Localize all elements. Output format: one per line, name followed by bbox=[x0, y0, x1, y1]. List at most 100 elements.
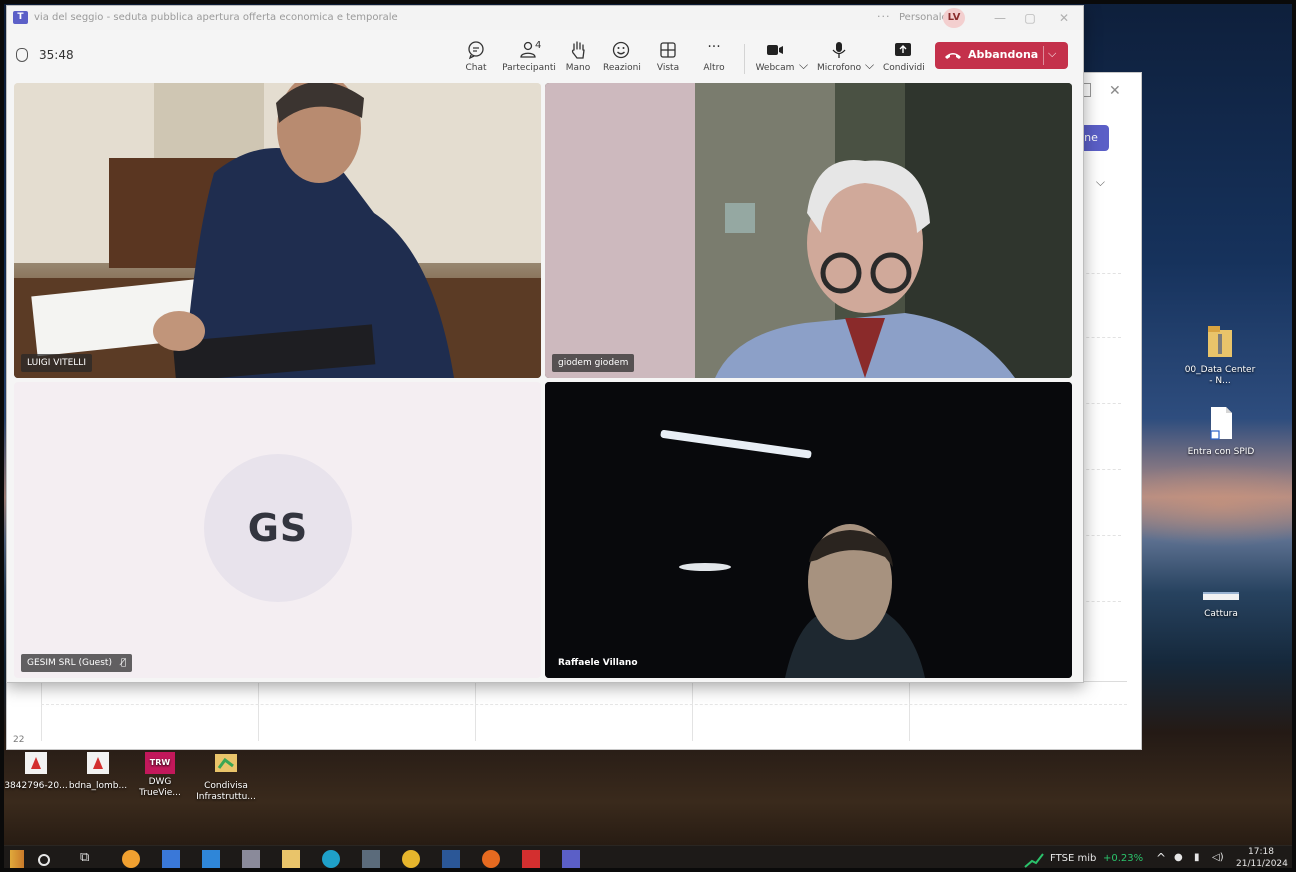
image-file-icon bbox=[1203, 592, 1239, 600]
acrobat-icon[interactable] bbox=[522, 850, 540, 868]
store-icon[interactable] bbox=[162, 850, 180, 868]
shortcut-file-icon bbox=[1210, 407, 1232, 440]
edge-icon[interactable] bbox=[322, 850, 340, 868]
participant-name-label: GESIM SRL (Guest) 🎙̸ bbox=[21, 654, 133, 672]
network-icon[interactable]: ● bbox=[1174, 852, 1183, 863]
file-explorer-icon[interactable] bbox=[282, 850, 300, 868]
teams-app-icon: T bbox=[13, 11, 28, 24]
folder-zip-icon bbox=[1208, 326, 1232, 357]
shield-icon bbox=[16, 48, 28, 62]
more-actions-button[interactable]: ··· Altro bbox=[700, 40, 728, 73]
microphone-muted-icon: 🎙̸ bbox=[120, 658, 127, 668]
clock-date[interactable]: 21/11/2024 bbox=[1236, 859, 1288, 869]
profile-label[interactable]: Personale bbox=[899, 12, 948, 23]
grid-view-icon bbox=[660, 42, 676, 58]
participant-name-label: Raffaele Villano bbox=[558, 658, 638, 668]
participant-video-feed bbox=[545, 83, 1072, 378]
desktop-icon-label: 3842796-20... bbox=[4, 781, 68, 791]
chevron-down-icon[interactable]: ⌵ bbox=[1096, 175, 1105, 190]
video-tile-raffaele-villano[interactable]: Raffaele Villano bbox=[545, 382, 1072, 678]
teams-icon[interactable] bbox=[562, 850, 580, 868]
leave-label: Abbandona bbox=[968, 48, 1039, 61]
tray-chevron-up-icon[interactable]: ^ bbox=[1156, 851, 1166, 865]
video-tile-gesim[interactable]: GS GESIM SRL (Guest) 🎙̸ bbox=[14, 382, 541, 678]
stock-change: +0.23% bbox=[1103, 853, 1144, 864]
share-button[interactable]: Condividi bbox=[883, 40, 925, 73]
close-icon[interactable]: ✕ bbox=[1109, 83, 1125, 99]
desktop-icon-label: Entra con SPID bbox=[1187, 447, 1255, 457]
desktop-icon-spid[interactable]: Entra con SPID bbox=[1186, 406, 1256, 458]
app-icon-2[interactable] bbox=[242, 850, 260, 868]
microphone-tray-icon[interactable]: ▮ bbox=[1194, 852, 1200, 863]
desktop-icon-label: DWG TrueVie... bbox=[139, 777, 181, 798]
meeting-toolbar: 35:48 Chat 4 Partecipanti Mano Reazioni … bbox=[7, 30, 1083, 80]
reactions-button[interactable]: Reazioni bbox=[603, 40, 641, 73]
meeting-timer: 35:48 bbox=[39, 48, 74, 62]
participants-button[interactable]: 4 Partecipanti bbox=[501, 40, 557, 73]
raise-hand-button[interactable]: Mano bbox=[563, 40, 593, 73]
window-title: via del seggio - seduta pubblica apertur… bbox=[34, 12, 398, 23]
desktop-icon-label: 00_Data Center - N... bbox=[1184, 365, 1256, 386]
desktop-icon-dwg-trueview[interactable]: TRW DWG TrueVie... bbox=[128, 752, 192, 799]
calculator-icon[interactable] bbox=[362, 850, 380, 868]
desktop-icon-data-center[interactable]: 00_Data Center - N... bbox=[1182, 324, 1258, 387]
word-icon[interactable] bbox=[442, 850, 460, 868]
desktop-icon-label: bdna_lomb... bbox=[68, 781, 128, 791]
calendar-grid bbox=[41, 681, 1127, 741]
user-avatar[interactable]: LV bbox=[943, 8, 965, 28]
desktop-icon-condivisa[interactable]: Condivisa Infrastruttu... bbox=[190, 752, 262, 803]
toolbar-divider bbox=[744, 44, 745, 74]
mail-icon[interactable] bbox=[202, 850, 220, 868]
desktop-icon-cattura[interactable]: Cattura bbox=[1188, 590, 1254, 620]
calendar-hour-label: 22 bbox=[13, 735, 25, 745]
start-logo-icon[interactable] bbox=[10, 850, 24, 868]
microphone-options-chevron[interactable]: ⌵ bbox=[865, 58, 874, 73]
pdf-file-icon bbox=[87, 752, 109, 774]
ellipsis-icon: ··· bbox=[707, 39, 721, 55]
hang-up-icon bbox=[945, 53, 961, 59]
reactions-label: Reazioni bbox=[603, 63, 641, 73]
stock-name[interactable]: FTSE mib bbox=[1050, 853, 1096, 864]
smiley-icon bbox=[612, 41, 630, 59]
webcam-button[interactable]: Webcam bbox=[755, 40, 795, 73]
chevron-down-icon[interactable]: ⌵ bbox=[1048, 47, 1056, 61]
leave-divider bbox=[1043, 46, 1044, 65]
raise-hand-label: Mano bbox=[565, 63, 591, 73]
firefox-icon[interactable] bbox=[482, 850, 500, 868]
speaker-icon[interactable]: ◁) bbox=[1212, 852, 1224, 863]
pdf-file-icon bbox=[25, 752, 47, 774]
stock-chart-icon bbox=[1024, 853, 1044, 868]
share-label: Condividi bbox=[883, 63, 925, 73]
search-icon[interactable] bbox=[38, 854, 50, 866]
camera-icon bbox=[767, 45, 783, 55]
more-label: Altro bbox=[703, 63, 725, 73]
video-tile-luigi-vitelli[interactable]: LUIGI VITELLI bbox=[14, 83, 541, 378]
participant-video-feed bbox=[545, 382, 1072, 678]
desktop-icon-pdf-2[interactable]: bdna_lomb... bbox=[66, 752, 130, 792]
clock-time[interactable]: 17:18 bbox=[1248, 847, 1274, 857]
participants-label: Partecipanti bbox=[502, 63, 556, 73]
desktop-icon-label: Condivisa Infrastruttu... bbox=[196, 781, 256, 802]
participants-count: 4 bbox=[535, 40, 542, 51]
more-options-icon[interactable]: ··· bbox=[877, 10, 891, 23]
webcam-options-chevron[interactable]: ⌵ bbox=[799, 58, 808, 73]
close-icon[interactable]: ✕ bbox=[1055, 9, 1073, 27]
participant-initials-avatar: GS bbox=[204, 454, 352, 602]
shared-folder-icon bbox=[215, 754, 237, 772]
chrome-icon[interactable] bbox=[402, 850, 420, 868]
microphone-icon bbox=[832, 42, 846, 58]
desktop-icon-pdf-1[interactable]: 3842796-20... bbox=[4, 752, 68, 792]
task-view-icon[interactable]: ⧉ bbox=[80, 850, 98, 868]
participant-name-label: giodem giodem bbox=[552, 354, 635, 372]
participant-name-label: LUIGI VITELLI bbox=[21, 354, 92, 372]
microphone-label: Microfono bbox=[817, 63, 862, 73]
maximize-icon[interactable]: ▢ bbox=[1021, 9, 1039, 27]
video-tile-giodem[interactable]: giodem giodem bbox=[545, 83, 1072, 378]
app-icon-1[interactable] bbox=[122, 850, 140, 868]
leave-meeting-button[interactable]: Abbandona ⌵ bbox=[935, 42, 1068, 69]
chat-button[interactable]: Chat bbox=[460, 40, 492, 73]
view-button[interactable]: Vista bbox=[653, 40, 683, 73]
minimize-icon[interactable]: — bbox=[991, 9, 1009, 27]
participant-video-feed bbox=[14, 83, 541, 378]
microphone-button[interactable]: Microfono bbox=[817, 40, 861, 73]
